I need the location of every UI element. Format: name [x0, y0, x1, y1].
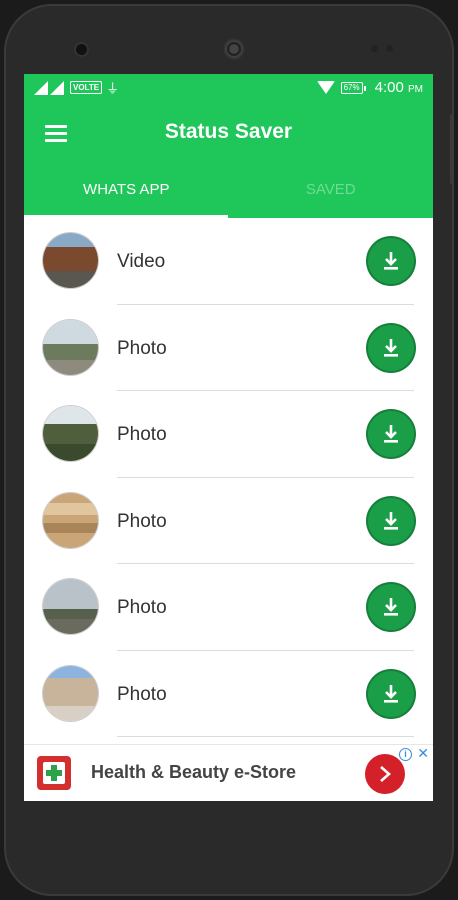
thumbnail-image [43, 233, 98, 288]
wifi-icon [316, 81, 335, 94]
item-label: Photo [117, 337, 167, 359]
list-item[interactable]: Photo [24, 478, 433, 564]
item-label: Photo [117, 597, 167, 618]
signal-icon [34, 80, 48, 95]
ad-text: Health & Beauty e-Store [91, 762, 297, 782]
divider [117, 736, 414, 737]
ad-banner[interactable]: Health & Beauty e-Store i ✕ [24, 744, 433, 801]
front-camera [76, 44, 87, 55]
item-label: Photo [117, 510, 167, 532]
download-icon [384, 598, 398, 616]
proximity-sensor [371, 45, 378, 52]
item-label: Video [117, 251, 166, 272]
thumbnail-image [43, 319, 98, 375]
thumbnail-image [43, 579, 98, 634]
light-sensor [386, 45, 393, 52]
thumbnail-image [43, 492, 98, 548]
item-label: Photo [117, 683, 167, 705]
list-item[interactable]: Photo [24, 564, 433, 651]
list-item[interactable]: Video [24, 218, 433, 305]
status-list: Video Photo Photo Photo Photo Photo [24, 218, 433, 737]
volte-badge: VOLTE [70, 81, 103, 94]
download-icon [384, 425, 398, 443]
tab-whats-app[interactable]: WHATS APP [24, 162, 229, 218]
ad-info-icon[interactable]: i [399, 748, 412, 761]
tab-saved[interactable]: SAVED [229, 162, 434, 218]
usb-icon: ⏚ [106, 81, 120, 96]
download-button[interactable] [368, 411, 414, 457]
battery-icon: 67% [340, 81, 366, 94]
app-title: Status Saver [164, 120, 293, 143]
download-icon [384, 252, 398, 270]
download-button[interactable] [368, 497, 414, 544]
download-button[interactable] [368, 670, 414, 717]
ad-close-icon[interactable]: ✕ [417, 745, 429, 762]
download-button[interactable] [368, 584, 414, 630]
list-item[interactable]: Photo [24, 651, 433, 737]
download-icon [384, 684, 398, 703]
list-item[interactable]: Photo [24, 391, 433, 478]
clock: 4:00 PM [374, 79, 423, 96]
app-toolbar: Status Saver [24, 101, 433, 162]
side-button [450, 114, 454, 184]
download-button[interactable] [368, 324, 414, 371]
download-icon [384, 338, 398, 357]
chevron-right-icon [380, 766, 391, 782]
download-icon [384, 511, 398, 530]
list-item[interactable]: Photo [24, 305, 433, 391]
earpiece-speaker [223, 38, 245, 60]
tab-bar: WHATS APP SAVED [24, 162, 433, 218]
thumbnail-image [43, 406, 98, 461]
ad-open-button[interactable] [365, 754, 405, 794]
ad-logo-icon [37, 756, 71, 790]
signal-icon-2 [50, 80, 64, 95]
status-bar: VOLTE ⏚ 67% 4:00 PM [24, 74, 433, 101]
download-button[interactable] [368, 238, 414, 284]
item-label: Photo [117, 424, 167, 445]
thumbnail-image [43, 665, 98, 721]
app-screen: VOLTE ⏚ 67% 4:00 PM Status Saver WHATS A… [24, 74, 433, 801]
